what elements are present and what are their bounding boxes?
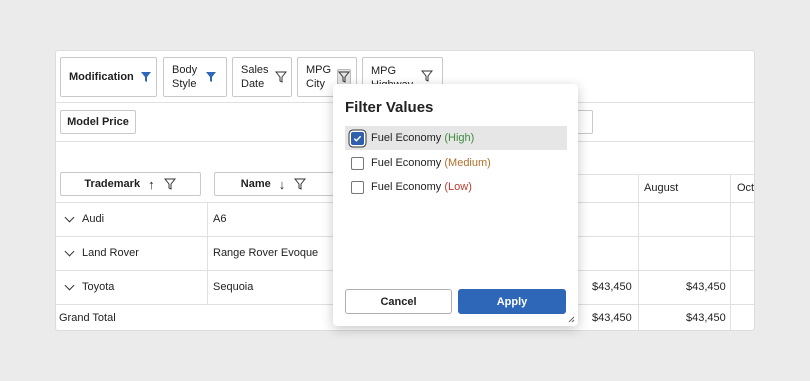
filter-item-qualifier: (Medium) bbox=[444, 157, 491, 169]
row-header-label: Name bbox=[240, 178, 271, 190]
sort-asc-icon[interactable]: ↑ bbox=[148, 177, 155, 192]
filter-item-low[interactable]: Fuel Economy (Low) bbox=[345, 175, 567, 199]
row-header-toyota[interactable]: Toyota bbox=[64, 270, 115, 304]
filter-item-qualifier: (Low) bbox=[444, 181, 472, 193]
field-sales-date[interactable]: Sales Date bbox=[232, 57, 292, 97]
field-label: Body Style bbox=[172, 64, 198, 90]
grand-total-value: $43,450 bbox=[686, 312, 726, 324]
field-label: Sales Date bbox=[241, 64, 269, 90]
row-header-audi[interactable]: Audi bbox=[64, 202, 105, 236]
divider bbox=[207, 202, 208, 304]
filter-icon[interactable] bbox=[337, 69, 352, 85]
name-cell: Sequoia bbox=[213, 281, 254, 293]
field-body-style[interactable]: Body Style bbox=[163, 57, 227, 97]
field-model-price[interactable]: Model Price bbox=[60, 110, 136, 134]
apply-button[interactable]: Apply bbox=[458, 289, 566, 314]
name-cell: Range Rover Evoque bbox=[213, 247, 319, 259]
grand-total-label: Grand Total bbox=[59, 312, 116, 324]
value-cell: $43,450 bbox=[686, 281, 726, 293]
field-modification[interactable]: Modification bbox=[60, 57, 157, 97]
sort-desc-icon[interactable]: ↓ bbox=[279, 177, 286, 192]
filter-icon[interactable] bbox=[274, 70, 287, 84]
field-label: Modification bbox=[69, 71, 134, 83]
filter-active-icon[interactable] bbox=[140, 70, 152, 84]
trademark-label: Land Rover bbox=[82, 247, 139, 259]
filter-item-text: Fuel Economy bbox=[371, 132, 445, 144]
filter-item-text: Fuel Economy bbox=[371, 181, 445, 193]
column-header-october: Octo bbox=[737, 182, 755, 194]
filter-item-high[interactable]: Fuel Economy (High) bbox=[345, 126, 567, 150]
filter-icon[interactable] bbox=[163, 177, 177, 191]
chevron-down-icon[interactable] bbox=[64, 280, 75, 290]
grand-total-value: $43,450 bbox=[592, 312, 632, 324]
field-label: MPG City bbox=[306, 64, 332, 90]
value-cell: $43,450 bbox=[592, 281, 632, 293]
resize-grip-icon[interactable] bbox=[568, 316, 575, 323]
checkbox-unchecked[interactable] bbox=[351, 180, 364, 194]
row-header-land-rover[interactable]: Land Rover bbox=[64, 236, 139, 270]
filter-item-text: Fuel Economy bbox=[371, 157, 445, 169]
filter-icon[interactable] bbox=[293, 177, 307, 191]
chevron-down-icon[interactable] bbox=[64, 212, 75, 222]
row-header-name[interactable]: Name ↓ bbox=[214, 172, 334, 196]
field-label: Model Price bbox=[67, 116, 129, 128]
filter-item-qualifier: (High) bbox=[444, 132, 475, 144]
checkbox-checked[interactable] bbox=[351, 131, 364, 145]
filter-icon[interactable] bbox=[421, 69, 434, 83]
divider bbox=[638, 174, 639, 330]
row-header-trademark[interactable]: Trademark ↑ bbox=[60, 172, 201, 196]
chevron-down-icon[interactable] bbox=[64, 246, 75, 256]
filter-item-medium[interactable]: Fuel Economy (Medium) bbox=[345, 151, 567, 175]
filter-values-popup: Filter Values Fuel Economy (High) Fuel E… bbox=[333, 84, 578, 326]
trademark-label: Audi bbox=[82, 213, 105, 225]
checkbox-unchecked[interactable] bbox=[351, 156, 364, 170]
popup-title: Filter Values bbox=[345, 99, 434, 116]
cancel-button[interactable]: Cancel bbox=[345, 289, 452, 314]
divider bbox=[730, 174, 731, 330]
name-cell: A6 bbox=[213, 213, 227, 225]
row-header-label: Trademark bbox=[84, 178, 141, 190]
filter-active-icon[interactable] bbox=[205, 70, 218, 84]
column-header-august: August bbox=[644, 182, 679, 194]
trademark-label: Toyota bbox=[82, 281, 115, 293]
